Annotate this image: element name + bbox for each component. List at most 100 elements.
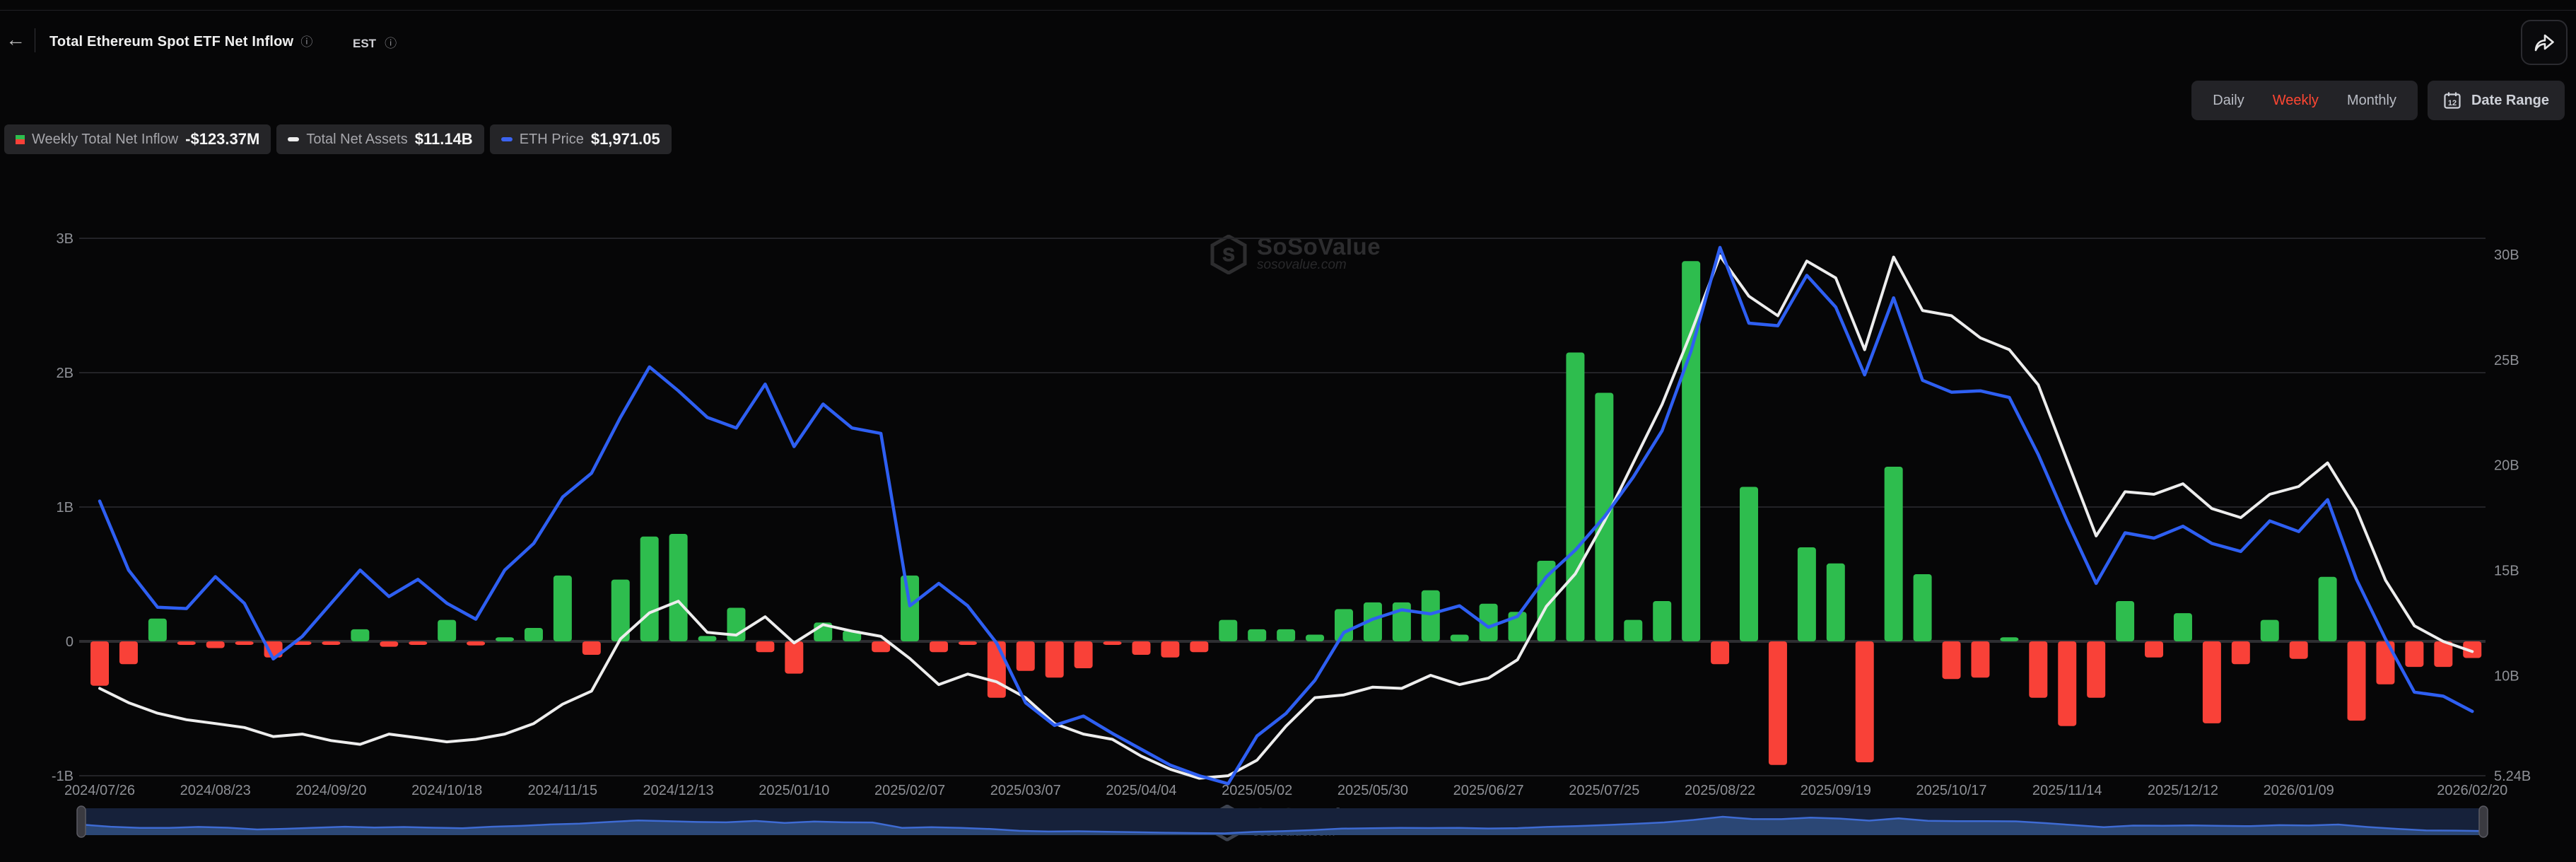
inflow-bar[interactable] — [1566, 353, 1584, 642]
inflow-bar[interactable] — [2434, 641, 2452, 667]
x-axis-label: 2025/02/07 — [874, 783, 945, 798]
eth-price-line[interactable] — [100, 247, 2472, 784]
inflow-bar[interactable] — [1451, 635, 1469, 642]
inflow-bar[interactable] — [2174, 613, 2192, 641]
inflow-bar[interactable] — [1219, 620, 1237, 641]
total-net-assets-line[interactable] — [100, 256, 2472, 779]
inflow-bar[interactable] — [2232, 641, 2250, 664]
right-axis-label: 30B — [2494, 247, 2519, 263]
gridlines: 3B2B1B0-1B30B25B20B15B10B5.24B2024/07/26… — [52, 231, 2531, 798]
inflow-bar[interactable] — [235, 641, 254, 645]
inflow-bar[interactable] — [206, 641, 225, 648]
inflow-bar[interactable] — [930, 641, 948, 652]
inflow-bar[interactable] — [2261, 620, 2279, 641]
inflow-bar[interactable] — [2203, 641, 2221, 723]
inflow-bar[interactable] — [1653, 601, 1671, 641]
inflow-bar[interactable] — [1277, 629, 1295, 641]
inflow-bar[interactable] — [1046, 641, 1064, 677]
inflow-bar[interactable] — [1624, 620, 1642, 641]
inflow-bar[interactable] — [756, 641, 774, 652]
right-axis-label: 15B — [2494, 563, 2519, 578]
main-chart[interactable]: 3B2B1B0-1B30B25B20B15B10B5.24B2024/07/26… — [0, 0, 2576, 862]
x-axis-label: 2025/07/25 — [1569, 783, 1639, 798]
inflow-bar[interactable] — [1914, 574, 1932, 641]
inflow-bar[interactable] — [2029, 641, 2047, 698]
inflow-bar[interactable] — [2290, 641, 2308, 659]
inflow-bar[interactable] — [1306, 635, 1324, 642]
inflow-bar[interactable] — [1422, 590, 1440, 641]
inflow-bar[interactable] — [380, 641, 398, 647]
x-axis-label: 2026/01/09 — [2264, 783, 2334, 798]
inflow-bar[interactable] — [698, 636, 717, 641]
inflow-bar[interactable] — [1856, 641, 1874, 762]
inflow-bar[interactable] — [1885, 467, 1903, 641]
inflow-bar[interactable] — [1103, 641, 1122, 645]
inflow-bar[interactable] — [669, 534, 688, 641]
x-axis-label: 2025/05/30 — [1337, 783, 1408, 798]
x-axis-label: 2024/12/13 — [643, 783, 714, 798]
inflow-bar[interactable] — [1711, 641, 1729, 664]
inflow-bar[interactable] — [2145, 641, 2163, 658]
inflow-bar[interactable] — [582, 641, 601, 655]
inflow-bar[interactable] — [2116, 601, 2134, 641]
x-axis-label: 2025/11/14 — [2032, 783, 2102, 798]
inflow-bar[interactable] — [554, 576, 572, 641]
inflow-bar[interactable] — [1017, 641, 1035, 671]
inflow-bar[interactable] — [1075, 641, 1093, 668]
x-axis-label: 2025/10/17 — [1916, 783, 1986, 798]
inflow-bar[interactable] — [119, 641, 138, 664]
inflow-bar[interactable] — [1769, 641, 1787, 765]
inflow-bar[interactable] — [1798, 547, 1816, 641]
inflow-bar[interactable] — [177, 641, 196, 645]
inflow-bar[interactable] — [148, 619, 167, 641]
x-axis-label: 2025/03/07 — [990, 783, 1061, 798]
minimap-scrollbar[interactable] — [77, 806, 2488, 837]
inflow-bar[interactable] — [90, 641, 109, 686]
x-axis-label: 2024/07/26 — [64, 783, 135, 798]
inflow-bar[interactable] — [2348, 641, 2366, 721]
inflow-bar[interactable] — [351, 629, 369, 641]
inflow-bars[interactable] — [90, 261, 2481, 765]
inflow-bar[interactable] — [1943, 641, 1961, 679]
inflow-bar[interactable] — [1335, 609, 1353, 641]
inflow-bar[interactable] — [322, 641, 340, 645]
inflow-bar[interactable] — [525, 628, 543, 641]
inflow-bar[interactable] — [901, 576, 919, 641]
inflow-bar[interactable] — [2087, 641, 2105, 698]
x-axis-label: 2025/12/12 — [2148, 783, 2218, 798]
inflow-bar[interactable] — [409, 641, 427, 645]
right-axis-label: 10B — [2494, 668, 2519, 684]
inflow-bar[interactable] — [1971, 641, 1989, 677]
minimap-left-handle[interactable] — [77, 806, 86, 837]
inflow-bar[interactable] — [959, 641, 977, 645]
inflow-bar[interactable] — [2405, 641, 2423, 667]
inflow-bar[interactable] — [1161, 641, 1179, 658]
inflow-bar[interactable] — [988, 641, 1006, 698]
x-axis-label: 2025/01/10 — [759, 783, 829, 798]
inflow-bar[interactable] — [640, 537, 659, 641]
inflow-bar[interactable] — [496, 637, 514, 641]
x-axis-label: 2025/06/27 — [1453, 783, 1524, 798]
x-axis-label: 2024/10/18 — [411, 783, 482, 798]
inflow-bar[interactable] — [1740, 487, 1758, 642]
inflow-bar[interactable] — [2319, 577, 2337, 641]
inflow-bar[interactable] — [1827, 564, 1845, 641]
right-axis-label: 20B — [2494, 458, 2519, 474]
left-axis-label: -1B — [52, 769, 74, 784]
x-axis-label: 2025/09/19 — [1801, 783, 1871, 798]
inflow-bar[interactable] — [467, 641, 485, 646]
x-axis-label: 2024/09/20 — [295, 783, 366, 798]
inflow-bar[interactable] — [785, 641, 803, 674]
inflow-bar[interactable] — [2058, 641, 2076, 726]
x-axis-label: 2024/08/23 — [180, 783, 251, 798]
inflow-bar[interactable] — [2000, 637, 2018, 641]
left-axis-label: 2B — [57, 366, 74, 381]
etf-netflow-page: { "header": { "back_icon": "arrow-left",… — [0, 0, 2576, 862]
inflow-bar[interactable] — [1190, 641, 1208, 652]
right-axis-label: 5.24B — [2494, 769, 2531, 784]
inflow-bar[interactable] — [438, 620, 456, 641]
x-axis-label: 2025/04/04 — [1106, 783, 1176, 798]
inflow-bar[interactable] — [1132, 641, 1150, 655]
inflow-bar[interactable] — [1248, 629, 1266, 641]
minimap-right-handle[interactable] — [2479, 806, 2488, 837]
